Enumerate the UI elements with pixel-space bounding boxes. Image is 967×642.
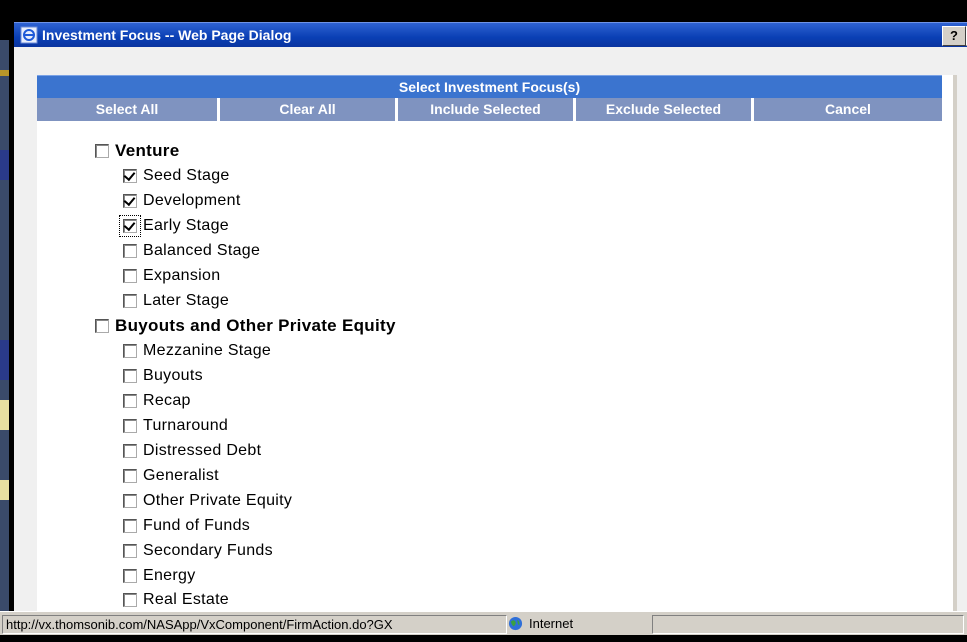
list-item[interactable]: Seed Stage	[123, 165, 230, 187]
item-label: Expansion	[143, 267, 221, 284]
list-item[interactable]: Later Stage	[123, 290, 229, 312]
list-item[interactable]: Expansion	[123, 265, 220, 287]
list-item[interactable]: Secondary Funds	[123, 540, 273, 562]
item-label: Other Private Equity	[143, 492, 293, 509]
globe-icon	[508, 616, 523, 631]
help-button[interactable]: ?	[942, 26, 966, 46]
item-label: Early Stage	[143, 217, 230, 234]
list-item[interactable]: Development	[123, 190, 241, 212]
item-label: Energy	[143, 567, 196, 584]
list-item[interactable]: Turnaround	[123, 415, 228, 437]
ie-page-icon	[20, 26, 38, 44]
group-row-buyouts[interactable]: Buyouts and Other Private Equity	[95, 315, 396, 337]
list-item[interactable]: Energy	[123, 565, 196, 587]
item-checkbox[interactable]	[123, 444, 137, 458]
item-checkbox[interactable]	[123, 469, 137, 483]
item-label: Generalist	[143, 467, 219, 484]
list-item[interactable]: Early Stage	[119, 215, 230, 237]
list-item[interactable]: Buyouts	[123, 365, 203, 387]
item-checkbox[interactable]	[123, 494, 137, 508]
item-label: Turnaround	[143, 417, 229, 434]
item-checkbox[interactable]	[123, 294, 137, 308]
group-label: Buyouts and Other Private Equity	[115, 316, 396, 335]
group-checkbox-venture[interactable]	[95, 144, 109, 158]
background-app-edge	[0, 40, 9, 630]
item-checkbox[interactable]	[123, 394, 137, 408]
item-label: Buyouts	[143, 367, 203, 384]
item-checkbox[interactable]	[123, 593, 137, 607]
group-checkbox-buyouts[interactable]	[95, 319, 109, 333]
status-url: http://vx.thomsonib.com/NASApp/VxCompone…	[2, 615, 507, 634]
item-label: Mezzanine Stage	[143, 342, 272, 359]
dialog-body: Select Investment Focus(s) Select All Cl…	[14, 47, 967, 611]
list-item[interactable]: Other Private Equity	[123, 490, 292, 512]
item-checkbox[interactable]	[123, 269, 137, 283]
background-bottom	[0, 635, 967, 642]
list-item[interactable]: Fund of Funds	[123, 515, 250, 537]
scrollbar-edge[interactable]	[953, 75, 957, 611]
item-label: Seed Stage	[143, 167, 230, 184]
item-label: Real Estate	[143, 591, 230, 608]
dialog-title: Investment Focus -- Web Page Dialog	[42, 27, 292, 43]
item-checkbox[interactable]	[123, 369, 137, 383]
status-bar: http://vx.thomsonib.com/NASApp/VxCompone…	[0, 611, 967, 636]
item-checkbox[interactable]	[123, 419, 137, 433]
item-label: Development	[143, 192, 241, 209]
item-label: Later Stage	[143, 292, 230, 309]
list-item[interactable]: Mezzanine Stage	[123, 340, 271, 362]
item-checkbox[interactable]	[123, 194, 137, 208]
item-checkbox[interactable]	[123, 244, 137, 258]
item-checkbox[interactable]	[123, 569, 137, 583]
group-row-venture[interactable]: Venture	[95, 140, 179, 162]
status-pane	[652, 615, 964, 634]
security-zone: Internet	[508, 615, 648, 632]
group-label: Venture	[115, 141, 180, 160]
item-checkbox[interactable]	[123, 544, 137, 558]
list-item[interactable]: Real Estate	[123, 589, 229, 611]
item-checkbox[interactable]	[119, 215, 141, 237]
item-checkbox[interactable]	[123, 519, 137, 533]
item-checkbox[interactable]	[123, 344, 137, 358]
item-label: Fund of Funds	[143, 517, 251, 534]
item-label: Recap	[143, 392, 191, 409]
list-item[interactable]: Distressed Debt	[123, 440, 261, 462]
focus-checkbox-list: Venture Seed Stage Development Early Sta…	[37, 75, 937, 611]
list-item[interactable]: Balanced Stage	[123, 240, 260, 262]
item-label: Secondary Funds	[143, 542, 273, 559]
list-item[interactable]: Recap	[123, 390, 191, 412]
item-label: Balanced Stage	[143, 242, 261, 259]
item-label: Distressed Debt	[143, 442, 262, 459]
list-item[interactable]: Generalist	[123, 465, 219, 487]
zone-label: Internet	[529, 616, 574, 631]
dialog-titlebar[interactable]: Investment Focus -- Web Page Dialog ? X	[14, 22, 967, 47]
dialog-content: Select Investment Focus(s) Select All Cl…	[37, 75, 957, 611]
item-checkbox[interactable]	[123, 169, 137, 183]
